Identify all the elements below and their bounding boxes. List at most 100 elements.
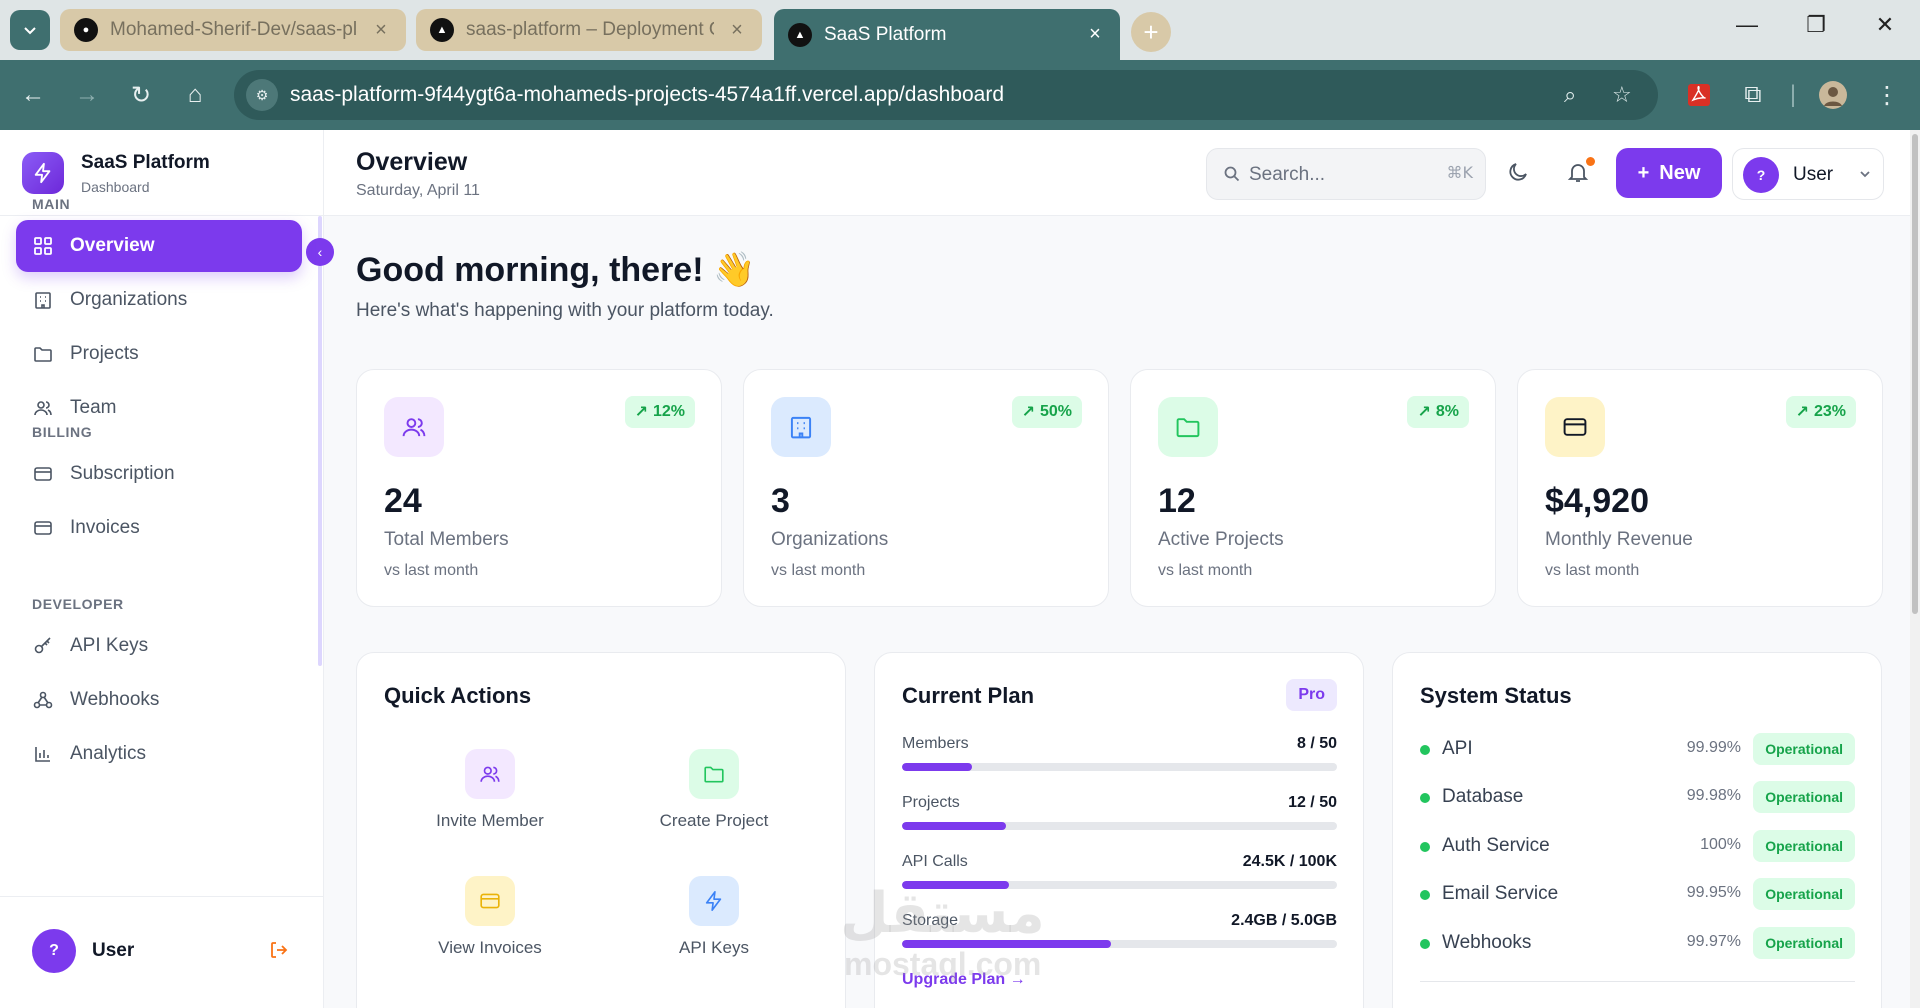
user-label: User bbox=[1793, 164, 1834, 185]
sidebar-item-label: Webhooks bbox=[70, 689, 160, 710]
stat-label: Organizations bbox=[771, 529, 889, 550]
chevron-down-icon bbox=[24, 27, 36, 35]
vercel-icon: ▲ bbox=[788, 22, 812, 47]
trend-value: 50% bbox=[1039, 403, 1072, 420]
restore-icon[interactable]: ❐ bbox=[1796, 12, 1836, 38]
tab-title: SaaS Platform bbox=[824, 23, 947, 45]
sidebar-item-overview[interactable]: Overview bbox=[16, 220, 302, 272]
sidebar-item-subscription[interactable]: Subscription bbox=[16, 448, 302, 500]
status-dot bbox=[1420, 793, 1430, 803]
status-badge: Operational bbox=[1753, 733, 1855, 765]
upgrade-plan-link[interactable]: Upgrade Plan → bbox=[902, 971, 1026, 989]
sidebar-item-label: Subscription bbox=[70, 463, 175, 484]
create-project-action[interactable]: Create Project bbox=[614, 749, 814, 831]
stat-label: Active Projects bbox=[1158, 529, 1284, 550]
service-name: API bbox=[1442, 738, 1473, 759]
sidebar-item-webhooks[interactable]: Webhooks bbox=[16, 674, 302, 726]
trend-up-icon: ↗ bbox=[1795, 404, 1809, 421]
url-text[interactable]: saas-platform-9f44ygt6a-mohameds-project… bbox=[290, 83, 1004, 107]
status-badge: Operational bbox=[1753, 927, 1855, 959]
search-input[interactable]: Search... ⌘K bbox=[1206, 148, 1486, 200]
close-window-icon[interactable]: ✕ bbox=[1865, 12, 1905, 38]
minimize-icon[interactable]: — bbox=[1727, 12, 1767, 38]
home-icon[interactable]: ⌂ bbox=[180, 80, 210, 110]
reload-icon[interactable]: ↻ bbox=[126, 80, 156, 110]
stat-value: 12 bbox=[1158, 482, 1196, 520]
stat-card-projects: ↗ 8% 12 Active Projects vs last month bbox=[1130, 369, 1496, 607]
key-icon bbox=[32, 635, 54, 657]
usage-meter-storage: Storage 2.4GB / 5.0GB bbox=[902, 912, 1337, 948]
greeting-subtitle: Here's what's happening with your platfo… bbox=[356, 300, 774, 321]
building-icon bbox=[771, 397, 831, 457]
section-label-billing: BILLING bbox=[32, 424, 93, 440]
user-menu-button[interactable]: ? User bbox=[1732, 148, 1884, 200]
extensions-icon[interactable]: ⧉ bbox=[1738, 80, 1768, 110]
back-icon[interactable]: ← bbox=[18, 80, 48, 110]
stat-value: 24 bbox=[384, 482, 422, 520]
new-tab-button[interactable]: + bbox=[1131, 12, 1171, 52]
logout-icon[interactable] bbox=[268, 939, 292, 963]
api-keys-action[interactable]: API Keys bbox=[614, 876, 814, 958]
stat-sub: vs last month bbox=[1545, 562, 1640, 579]
zoom-icon[interactable]: ⌕ bbox=[1564, 82, 1576, 108]
browser-tab-active[interactable]: ▲ SaaS Platform × bbox=[774, 9, 1120, 60]
meter-fill bbox=[902, 822, 1007, 830]
search-placeholder: Search... bbox=[1249, 164, 1326, 185]
new-button[interactable]: + New bbox=[1616, 148, 1722, 198]
status-dot bbox=[1420, 890, 1430, 900]
stat-card-organizations: ↗ 50% 3 Organizations vs last month bbox=[743, 369, 1109, 607]
avatar[interactable]: ? bbox=[32, 929, 76, 973]
profile-avatar[interactable] bbox=[1818, 80, 1848, 110]
sidebar-item-analytics[interactable]: Analytics bbox=[16, 728, 302, 780]
footer-user-name: User bbox=[92, 940, 135, 961]
meter-fill bbox=[902, 940, 1111, 948]
pdf-extension-icon[interactable] bbox=[1684, 80, 1714, 110]
service-row: Auth Service 100% Operational bbox=[1420, 830, 1855, 862]
view-invoices-action[interactable]: View Invoices bbox=[390, 876, 590, 958]
tab-search-button[interactable] bbox=[10, 10, 50, 50]
service-name: Auth Service bbox=[1442, 835, 1550, 856]
invite-member-action[interactable]: Invite Member bbox=[390, 749, 590, 831]
meter-label: Members bbox=[902, 735, 969, 752]
browser-tab[interactable]: ▲ saas-platform – Deployment Ov × bbox=[416, 9, 762, 51]
card-icon bbox=[1545, 397, 1605, 457]
collapse-sidebar-button[interactable]: ‹ bbox=[306, 238, 334, 266]
forward-icon[interactable]: → bbox=[72, 80, 102, 110]
card-icon bbox=[32, 463, 54, 485]
close-icon[interactable]: × bbox=[726, 19, 748, 42]
quick-actions-panel: Quick Actions Invite Member Create Proje… bbox=[356, 652, 846, 1008]
stat-value: $4,920 bbox=[1545, 482, 1649, 520]
browser-tab[interactable]: ● Mohamed-Sherif-Dev/saas-plat × bbox=[60, 9, 406, 51]
meter-label: Storage bbox=[902, 912, 959, 929]
users-icon bbox=[32, 397, 54, 419]
browser-menu-icon[interactable]: ⋮ bbox=[1872, 80, 1902, 110]
sidebar-scrollbar[interactable] bbox=[318, 216, 322, 666]
page-scrollbar-thumb[interactable] bbox=[1912, 134, 1918, 614]
folder-icon bbox=[32, 343, 54, 365]
service-uptime: 99.99% bbox=[1686, 739, 1741, 756]
sidebar: SaaS Platform Dashboard ‹ MAIN Overview … bbox=[0, 130, 334, 1008]
address-bar[interactable]: ⚙ saas-platform-9f44ygt6a-mohameds-proje… bbox=[234, 70, 1658, 120]
sidebar-item-label: Invoices bbox=[70, 517, 140, 538]
moon-icon[interactable] bbox=[1506, 160, 1532, 186]
brand-subtitle: Dashboard bbox=[81, 179, 150, 195]
bookmark-star-icon[interactable]: ☆ bbox=[1612, 82, 1632, 108]
close-icon[interactable]: × bbox=[370, 19, 392, 42]
sidebar-item-projects[interactable]: Projects bbox=[16, 328, 302, 380]
top-header: Overview Saturday, April 11 Search... ⌘K… bbox=[324, 130, 1920, 216]
service-uptime: 99.95% bbox=[1686, 884, 1741, 901]
sidebar-item-organizations[interactable]: Organizations bbox=[16, 274, 302, 326]
sidebar-item-invoices[interactable]: Invoices bbox=[16, 502, 302, 554]
action-label: API Keys bbox=[679, 938, 749, 957]
service-name: Email Service bbox=[1442, 883, 1559, 904]
site-info-icon[interactable]: ⚙ bbox=[246, 79, 278, 111]
chevron-down-icon bbox=[1860, 171, 1870, 178]
stat-card-revenue: ↗ 23% $4,920 Monthly Revenue vs last mont… bbox=[1517, 369, 1883, 607]
new-button-label: New bbox=[1659, 161, 1701, 184]
sidebar-item-label: API Keys bbox=[70, 635, 149, 656]
sidebar-item-api-keys[interactable]: API Keys bbox=[16, 620, 302, 672]
action-label: Create Project bbox=[659, 811, 769, 830]
close-icon[interactable]: × bbox=[1084, 23, 1106, 46]
page-date: Saturday, April 11 bbox=[356, 182, 480, 199]
stat-label: Total Members bbox=[384, 529, 509, 550]
